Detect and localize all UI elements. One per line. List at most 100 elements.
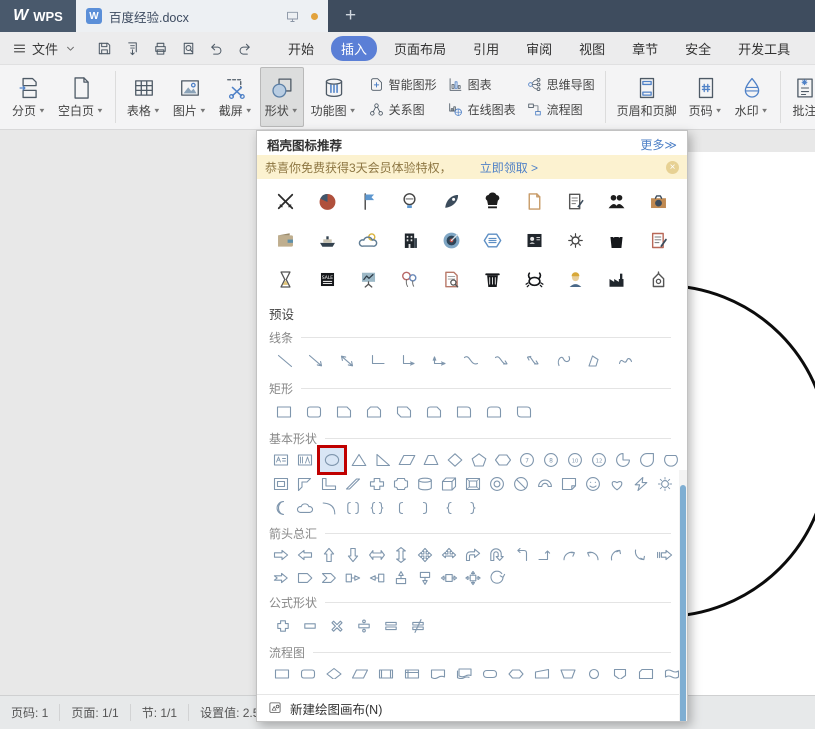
crossed-swords-icon[interactable] [265,182,306,221]
shape-striped-right-arrow[interactable] [653,543,677,566]
shape-heart[interactable] [605,472,629,496]
scrollbar-thumb[interactable] [680,485,686,722]
shape-round-corner[interactable] [449,398,479,425]
relation-chart-button[interactable]: 关系图 [366,99,439,121]
office-building-icon[interactable] [389,221,430,260]
shape-predefined-process[interactable] [373,662,399,679]
blank-document-icon[interactable] [513,182,554,221]
shape-elbow[interactable] [362,347,393,375]
shape-teardrop[interactable] [635,448,659,472]
shape-chord[interactable] [659,448,683,472]
shape-dodecagon[interactable]: 12 [587,448,611,472]
shape-divide[interactable] [350,612,377,639]
new-tab-button[interactable]: + [328,0,373,32]
shape-equal[interactable] [377,612,404,639]
shape-curved-right-arrow[interactable] [557,543,581,566]
comment-button[interactable]: 批注 [787,67,815,127]
shape-snip-corner[interactable] [329,398,359,425]
shape-right-triangle[interactable] [371,448,395,472]
shape-plaque[interactable] [389,472,413,496]
crab-icon[interactable] [513,260,554,299]
shape-left-right-arrow-callout[interactable] [437,566,461,589]
shape-left-up-arrow[interactable] [509,543,533,566]
shape-corner[interactable] [317,472,341,496]
shape-oval[interactable] [320,448,344,472]
camera-bag-icon[interactable] [638,182,679,221]
shopping-bag-icon[interactable] [596,221,637,260]
id-card-icon[interactable] [513,221,554,260]
shape-double-bracket[interactable] [341,496,365,520]
trash-bin-icon[interactable] [472,260,513,299]
shape-text-box[interactable] [269,448,293,472]
shape-hexagon[interactable] [491,448,515,472]
light-bulb-icon[interactable] [389,182,430,221]
shape-smiley[interactable] [581,472,605,496]
status-item-3[interactable]: 节: 1/1 [130,704,188,721]
shape-octagon[interactable]: 8 [539,448,563,472]
document-tab[interactable]: W 百度经验.docx [76,0,328,32]
shape-chevron-arrow[interactable] [317,566,341,589]
shape-right-arrow-callout[interactable] [341,566,365,589]
shape-left-bracket[interactable] [389,496,413,520]
menu-tab-5[interactable]: 审阅 [516,36,562,61]
shape-curve[interactable] [455,347,486,375]
shape-arc[interactable] [317,496,341,520]
shape-snip-same-side[interactable] [359,398,389,425]
hourglass-icon[interactable] [265,260,306,299]
factory-icon[interactable] [596,260,637,299]
flow-chart-button[interactable]: 流程图 [524,99,597,121]
shape-notched-right-arrow[interactable] [269,566,293,589]
pie-chart-icon[interactable] [306,182,347,221]
file-menu-button[interactable]: 文件 [0,39,84,58]
shape-trapezoid[interactable] [419,448,443,472]
function-chart-button[interactable]: 功能图▼ [306,67,362,127]
new-drawing-canvas-item[interactable]: 新建绘图画布(N) [257,694,687,721]
status-item-1[interactable]: 页码: 1 [0,704,59,721]
page-break-button[interactable]: 分页▼ [7,67,51,127]
shape-line-double-arrow[interactable] [331,347,362,375]
menu-tab-2[interactable]: 插入 [331,36,377,61]
shape-not-equal[interactable] [404,612,431,639]
contract-pen-icon[interactable] [555,182,596,221]
shape-parallelogram[interactable] [395,448,419,472]
table-button[interactable]: 表格▼ [122,67,166,127]
shape-off-page-connector[interactable] [607,662,633,679]
flag-icon[interactable] [348,182,389,221]
shape-multiply[interactable] [323,612,350,639]
shape-document[interactable] [425,662,451,679]
dartboard-icon[interactable] [431,221,472,260]
shape-quad-arrow[interactable] [413,543,437,566]
shape-left-right-arrow[interactable] [365,543,389,566]
shape-curve-double-arrow[interactable] [517,347,548,375]
sale-board-icon[interactable]: SALE [306,260,347,299]
picture-button[interactable]: 图片▼ [168,67,212,127]
menu-tab-8[interactable]: 安全 [675,36,721,61]
shape-rectangle[interactable] [269,398,299,425]
shape-left-arrow[interactable] [293,543,317,566]
hexagon-layers-icon[interactable] [472,221,513,260]
shape-process[interactable] [269,662,295,679]
undo-icon[interactable] [208,40,225,57]
shape-alternate-process[interactable] [295,662,321,679]
shape-left-right-up-arrow[interactable] [437,543,461,566]
export-pdf-icon[interactable] [124,40,141,57]
shape-connector[interactable] [581,662,607,679]
save-icon[interactable] [96,40,113,57]
shape-diamond[interactable] [443,448,467,472]
presentation-chart-icon[interactable] [348,260,389,299]
shape-manual-input[interactable] [529,662,555,679]
shape-manual-operation[interactable] [555,662,581,679]
shape-half-frame[interactable] [293,472,317,496]
shape-decision[interactable] [321,662,347,679]
gear-sun-icon[interactable] [555,221,596,260]
shape-circular-arrow[interactable] [485,566,509,589]
shape-left-brace[interactable] [437,496,461,520]
shape-lightning[interactable] [629,472,653,496]
shape-multidocument[interactable] [451,662,477,679]
shape-s-curve[interactable] [548,347,579,375]
shape-moon[interactable] [269,496,293,520]
file-search-icon[interactable] [431,260,472,299]
shape-data[interactable] [347,662,373,679]
steamship-icon[interactable] [306,221,347,260]
smart-graphic-button[interactable]: 智能图形 [366,74,439,96]
